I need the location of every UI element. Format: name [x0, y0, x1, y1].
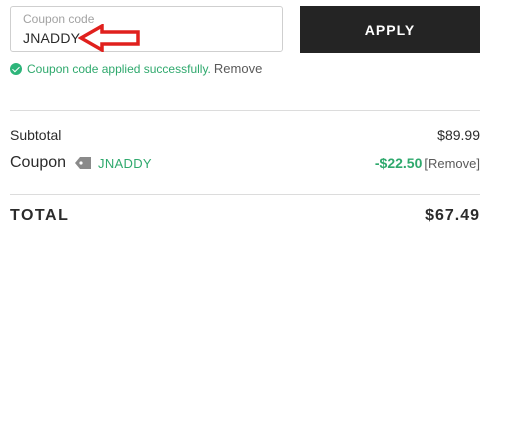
total-value: $67.49	[425, 207, 480, 224]
total-row: TOTAL $67.49	[10, 207, 480, 225]
tag-icon	[75, 157, 92, 169]
check-circle-icon	[10, 63, 22, 75]
discount-amount: -$22.50	[374, 155, 423, 171]
subtotal-label: Subtotal	[10, 127, 62, 143]
applied-coupon-code: JNADDY	[98, 155, 152, 171]
red-arrow-icon	[78, 24, 140, 52]
coupon-code-field[interactable]: Coupon code	[10, 6, 283, 52]
remove-coupon-button[interactable]: [Remove]	[424, 156, 480, 171]
success-text: Coupon code applied successfully.	[27, 61, 211, 76]
divider	[10, 194, 480, 195]
coupon-row-label: Coupon	[10, 154, 67, 171]
divider	[10, 110, 480, 111]
subtotal-value: $89.99	[437, 127, 480, 143]
coupon-row: Coupon JNADDY -$22.50 [Remove]	[10, 154, 480, 172]
remove-coupon-link[interactable]: Remove	[214, 61, 262, 76]
subtotal-row: Subtotal $89.99	[10, 127, 480, 143]
coupon-success-message: Coupon code applied successfully. Remove	[10, 61, 262, 76]
apply-button[interactable]: APPLY	[300, 6, 480, 53]
total-label: TOTAL	[10, 207, 70, 224]
